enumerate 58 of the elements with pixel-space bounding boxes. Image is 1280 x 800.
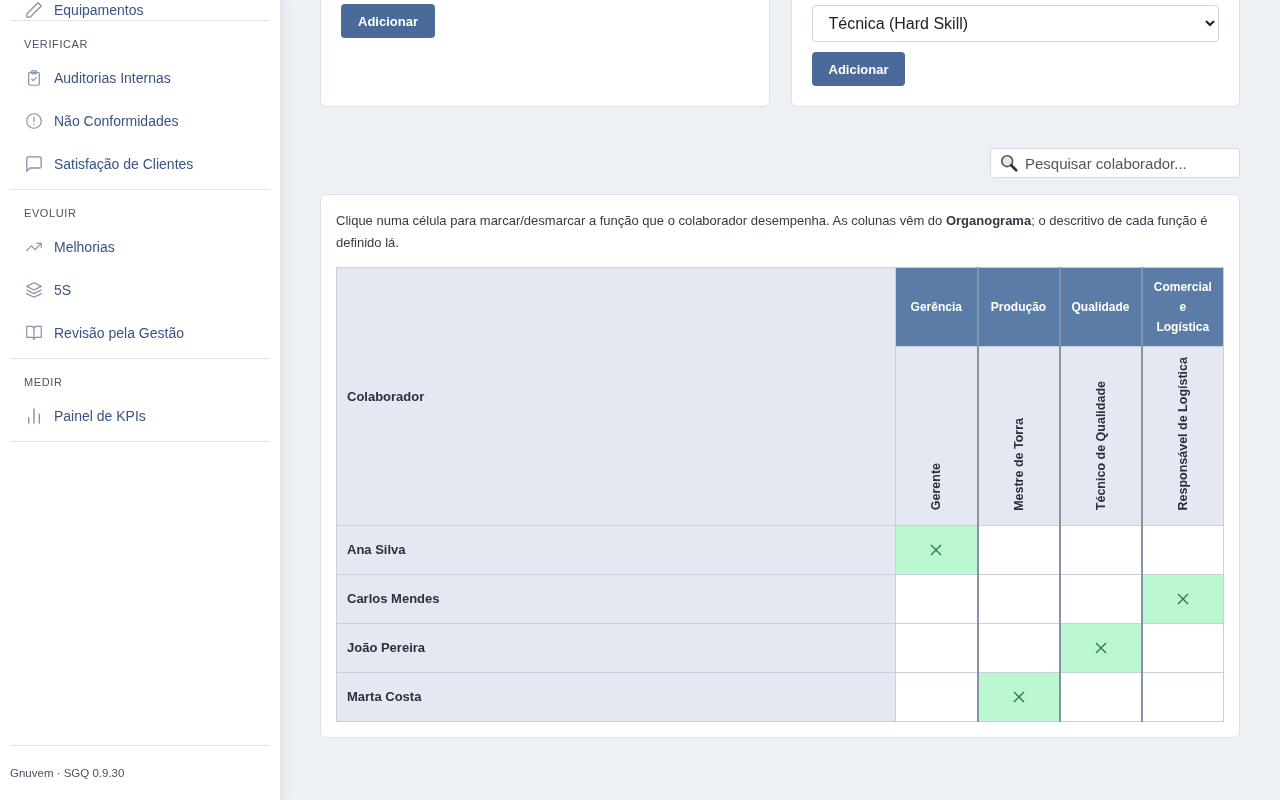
- assignment-cell[interactable]: [1141, 672, 1224, 722]
- clipboard-check-icon: [26, 69, 42, 86]
- nav-item[interactable]: Painel de KPIs: [10, 394, 270, 437]
- nav-item[interactable]: Revisão pela Gestão: [10, 311, 270, 354]
- nav-item[interactable]: 5S: [10, 268, 270, 311]
- assignment-cell[interactable]: [977, 623, 1060, 673]
- section-heading: MEDIR: [23, 375, 64, 389]
- nav-item[interactable]: Não Conformidades: [10, 99, 270, 142]
- cross-icon: [930, 543, 943, 556]
- version-text: Gnuvem · SGQ 0.9.30: [10, 745, 270, 800]
- assignment-cell[interactable]: [895, 623, 978, 673]
- assignment-cell[interactable]: [1141, 525, 1224, 575]
- section-heading: EVOLUIR: [23, 206, 78, 220]
- assignment-cell[interactable]: [977, 574, 1060, 624]
- pencil-icon: [26, 2, 42, 18]
- nav-item[interactable]: Satisfação de Clientes: [10, 142, 270, 185]
- role-header: Técnico de Qualidade: [1093, 381, 1108, 511]
- search-field[interactable]: Pesquisar colaborador...: [990, 148, 1240, 178]
- assignment-cell[interactable]: [1059, 525, 1142, 575]
- bar-chart-icon: [26, 407, 42, 424]
- department-header: Gerência: [895, 267, 978, 347]
- department-header: Comercial e Logística: [1141, 267, 1224, 347]
- role-header: Responsável de Logística: [1175, 357, 1190, 511]
- open-book-icon: [26, 324, 42, 341]
- assignment-cell[interactable]: [1059, 672, 1142, 722]
- assignment-cell[interactable]: [977, 525, 1060, 575]
- role-header: Mestre de Torra: [1011, 417, 1026, 511]
- instructions-text: Clique numa célula para marcar/desmarcar a função que o colaborador desempenha. As colunas vêm do Organograma; o descritivo de cada função é definido lá.: [336, 212, 1209, 252]
- search-icon: [1000, 154, 1018, 172]
- assignment-cell[interactable]: [1059, 623, 1142, 673]
- assignment-cell[interactable]: [895, 525, 978, 575]
- employee-name: Ana Silva: [336, 525, 896, 575]
- department-header: Qualidade: [1059, 267, 1142, 347]
- nav-item[interactable]: Equipamentos: [10, 0, 270, 20]
- add-button[interactable]: Adicionar: [341, 4, 435, 38]
- assignment-cell[interactable]: [977, 672, 1060, 722]
- employee-name: Marta Costa: [336, 672, 896, 722]
- column-header: Colaborador: [336, 267, 896, 526]
- assignment-cell[interactable]: [895, 672, 978, 722]
- cross-icon: [1094, 641, 1107, 654]
- nav-item[interactable]: Auditorias Internas: [10, 56, 270, 99]
- cross-icon: [1176, 592, 1189, 605]
- assignment-cell[interactable]: [1141, 574, 1224, 624]
- assignment-cell[interactable]: [1141, 623, 1224, 673]
- layers-icon: [26, 281, 42, 298]
- department-header: Produção: [977, 267, 1060, 347]
- employee-name: Carlos Mendes: [336, 574, 896, 624]
- nav-item[interactable]: Melhorias: [10, 225, 270, 268]
- add-button[interactable]: Adicionar: [811, 52, 906, 86]
- speech-bubble-icon: [26, 155, 42, 172]
- assignment-cell[interactable]: [895, 574, 978, 624]
- employee-name: João Pereira: [336, 623, 896, 673]
- section-heading: VERIFICAR: [23, 37, 90, 51]
- assignment-cell[interactable]: [1059, 574, 1142, 624]
- category-select[interactable]: Técnica (Hard Skill): [811, 5, 1219, 42]
- exclamation-circle-icon: [26, 112, 42, 129]
- cross-icon: [1012, 690, 1025, 703]
- role-header: Gerente: [929, 463, 944, 511]
